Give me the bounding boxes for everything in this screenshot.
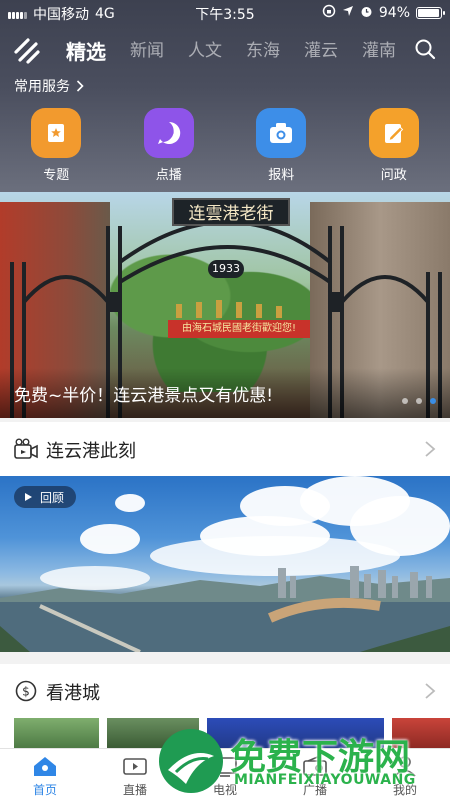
- channel-tab[interactable]: 东海: [246, 36, 304, 65]
- service-topic[interactable]: 专题: [0, 108, 113, 183]
- service-label: 点播: [155, 168, 182, 183]
- alarm-icon: [360, 5, 373, 22]
- carousel-dot[interactable]: [416, 398, 422, 404]
- gate-sign: 连雲港老街: [172, 198, 290, 226]
- year-sign: 1933: [208, 260, 244, 278]
- edit-icon: [368, 108, 419, 158]
- thumbnail[interactable]: [14, 718, 99, 748]
- watermark-logo: [159, 729, 223, 793]
- dollar-circle-icon: $: [15, 680, 37, 702]
- banner-caption-overlay: 免费~半价！连云港景点又有优惠!: [0, 368, 450, 418]
- services-title: 常用服务: [14, 79, 70, 95]
- cloud: [80, 524, 140, 554]
- welcome-banner-text: 由海石城民國老街歡迎您!: [168, 320, 310, 338]
- play-icon: [25, 493, 32, 501]
- watermark-url: MIANFEIXIAYOUWANG: [234, 772, 416, 788]
- battery-text: 94%: [378, 5, 410, 21]
- banner-carousel[interactable]: 连雲港老街 1933 由海石城民國老街歡迎您! 免费~半价！连云港景点又有优惠!: [0, 192, 450, 418]
- channel-nav: 精选 新闻 人文 东海 灌云 灌南: [0, 32, 450, 68]
- chevron-right-icon: [425, 441, 436, 457]
- harbor-city-illustration: [0, 566, 450, 652]
- service-edit[interactable]: 问政: [338, 108, 450, 183]
- channel-tab[interactable]: 人文: [188, 36, 246, 65]
- section-now-header[interactable]: 连云港此刻: [0, 422, 450, 476]
- watermark: 免费下游网 MIANFEIXIAYOUWANG: [150, 724, 450, 800]
- replay-badge[interactable]: 回顾: [14, 486, 77, 508]
- service-play[interactable]: 点播: [113, 108, 226, 183]
- services-grid: 专题 点播 报料 问政: [0, 108, 450, 183]
- clock: 下午3:55: [195, 7, 255, 23]
- section-city-header[interactable]: $ 看港城: [0, 664, 450, 718]
- app-header: 中国移动 4G 下午3:55 94% 精选 新闻 人文 东海 灌云 灌南 常用服…: [0, 0, 450, 192]
- live-view-video[interactable]: 回顾: [0, 476, 450, 652]
- service-camera[interactable]: 报料: [225, 108, 338, 183]
- service-label: 问政: [380, 168, 407, 183]
- channel-tab[interactable]: 新闻: [130, 36, 188, 65]
- location-icon: [342, 5, 354, 21]
- search-icon[interactable]: [414, 38, 436, 60]
- chevron-right-icon: [76, 80, 84, 92]
- battery-icon: [416, 7, 445, 19]
- section-city-title: 看港城: [46, 683, 100, 704]
- carousel-dot[interactable]: [430, 398, 436, 404]
- carousel-dot[interactable]: [402, 398, 408, 404]
- home-icon: [32, 755, 58, 777]
- live-icon: [122, 755, 148, 777]
- channel-tab[interactable]: 灌南: [362, 36, 420, 65]
- video-camera-icon: [14, 438, 38, 459]
- status-bar: 中国移动 4G 下午3:55 94%: [0, 0, 450, 26]
- tab-home[interactable]: 首页: [0, 749, 90, 800]
- carousel-indicator: [402, 398, 436, 404]
- banner-caption[interactable]: 免费~半价！连云港景点又有优惠!: [14, 381, 273, 406]
- chevron-right-icon: [425, 683, 436, 699]
- replay-label: 回顾: [40, 490, 65, 505]
- camera-icon: [256, 108, 307, 158]
- service-label: 专题: [43, 168, 70, 183]
- lock-rotation-icon: [322, 4, 336, 22]
- service-label: 报料: [268, 168, 295, 183]
- play-icon: [143, 108, 194, 158]
- channel-tab[interactable]: 精选: [66, 36, 130, 65]
- topic-icon: [31, 108, 82, 158]
- tab-label: 直播: [122, 783, 147, 797]
- app-logo-icon[interactable]: [12, 36, 42, 66]
- channel-tab[interactable]: 灌云: [304, 36, 362, 65]
- services-header[interactable]: 常用服务: [14, 76, 84, 96]
- section-now-title: 连云港此刻: [46, 441, 136, 462]
- svg-text:$: $: [22, 685, 30, 699]
- tab-label: 首页: [32, 783, 57, 797]
- cloud: [115, 494, 145, 512]
- channel-tabs: 精选 新闻 人文 东海 灌云 灌南: [66, 36, 420, 65]
